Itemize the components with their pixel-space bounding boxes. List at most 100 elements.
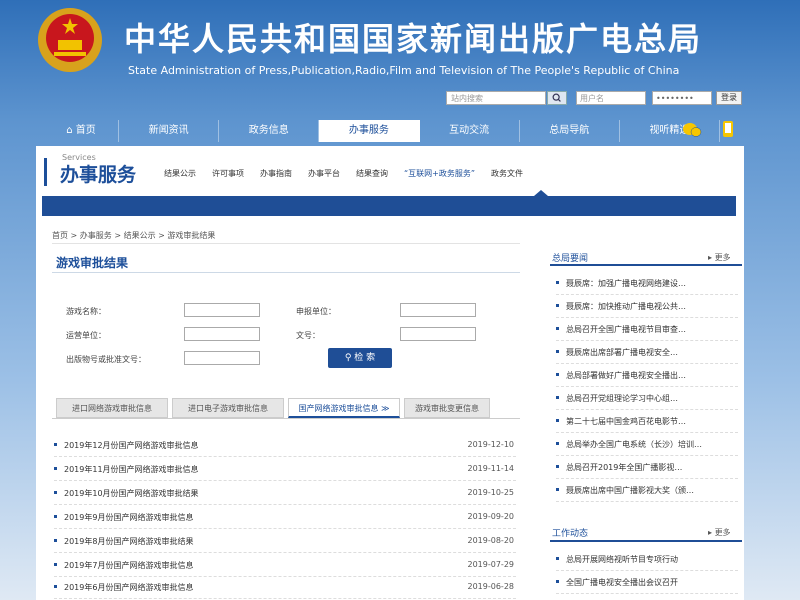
site-title-cn: 中华人民共和国国家新闻出版广电总局 bbox=[124, 20, 703, 58]
divider bbox=[550, 540, 742, 542]
tab-imported-online[interactable]: 进口网络游戏审批信息 bbox=[56, 398, 168, 418]
breadcrumb-services[interactable]: 办事服务 bbox=[80, 231, 112, 240]
password-input[interactable]: •••••••• bbox=[652, 91, 712, 105]
breadcrumb: 首页 > 办事服务 > 结果公示 > 游戏审批结果 bbox=[52, 231, 216, 240]
list-item[interactable]: 总局召开全国广播电视节目审查… bbox=[556, 318, 738, 341]
service-link-platform[interactable]: 办事平台 bbox=[308, 168, 340, 179]
services-band bbox=[42, 196, 736, 216]
list-item[interactable]: 总局开展网络视听节目专项行动 bbox=[556, 548, 738, 571]
bullet-icon bbox=[556, 580, 559, 583]
publication-number-label: 出版物号或批准文号： bbox=[66, 355, 146, 364]
list-item[interactable]: 聂辰席：加强广播电视网络建设… bbox=[556, 272, 738, 295]
divider bbox=[52, 272, 520, 273]
bullet-icon bbox=[54, 563, 57, 566]
service-link-results[interactable]: 结果公示 bbox=[164, 168, 196, 179]
list-item[interactable]: 总局召开党组理论学习中心组… bbox=[556, 387, 738, 410]
bullet-icon bbox=[556, 396, 559, 399]
mobile-icon[interactable] bbox=[720, 120, 736, 138]
operator-label: 运营单位： bbox=[66, 331, 106, 340]
list-item[interactable]: 总局召开2019年全国广播影视… bbox=[556, 456, 738, 479]
list-item[interactable]: 全国广播电视安全播出会议召开 bbox=[556, 571, 738, 594]
search-icon bbox=[552, 93, 561, 102]
bullet-icon bbox=[556, 419, 559, 422]
bullet-icon bbox=[54, 539, 57, 542]
divider bbox=[52, 418, 520, 419]
list-item[interactable]: 2019年6月份国产网络游戏审批信息 2019-06-28 bbox=[54, 576, 516, 599]
nav-item-directory[interactable]: 总局导航 bbox=[520, 120, 620, 142]
list-item[interactable]: 2019年12月份国产网络游戏审批信息 2019-12-10 bbox=[54, 434, 516, 457]
tab-imported-electronic[interactable]: 进口电子游戏审批信息 bbox=[172, 398, 284, 418]
bullet-icon bbox=[54, 585, 57, 588]
tab-changes[interactable]: 游戏审批变更信息 bbox=[404, 398, 490, 418]
news-section-title: 总局要闻 bbox=[552, 254, 589, 264]
list-item[interactable]: 2019年9月份国产网络游戏审批信息 2019-09-20 bbox=[54, 506, 516, 529]
nav-item-services[interactable]: 办事服务 bbox=[319, 120, 420, 142]
applicant-label: 申报单位： bbox=[296, 307, 336, 316]
news-more-link[interactable]: ▸ 更多 bbox=[708, 252, 731, 263]
bullet-icon bbox=[556, 350, 559, 353]
work-more-link[interactable]: ▸ 更多 bbox=[708, 527, 731, 538]
site-search-input[interactable]: 站内搜索 bbox=[446, 91, 546, 105]
nav-item-news[interactable]: 新闻资讯 bbox=[119, 120, 220, 142]
category-tabs: 进口网络游戏审批信息 进口电子游戏审批信息 国产网络游戏审批信息 ≫ 游戏审批变… bbox=[56, 398, 494, 418]
bullet-icon bbox=[556, 488, 559, 491]
bullet-icon bbox=[556, 304, 559, 307]
bullet-icon bbox=[54, 467, 57, 470]
publication-number-input[interactable] bbox=[184, 351, 260, 365]
service-link-licensing[interactable]: 许可事项 bbox=[212, 168, 244, 179]
bullet-icon bbox=[54, 515, 57, 518]
home-icon: ⌂ bbox=[66, 125, 76, 136]
username-input[interactable]: 用户名 bbox=[576, 91, 646, 105]
list-item[interactable]: 2019年10月份国产网络游戏审批结果 2019-10-25 bbox=[54, 482, 516, 505]
bullet-icon bbox=[556, 373, 559, 376]
nav-home[interactable]: ⌂ 首页 bbox=[44, 120, 119, 142]
page-title: 游戏审批结果 bbox=[56, 256, 129, 270]
divider bbox=[52, 243, 520, 244]
services-links: 结果公示 许可事项 办事指南 办事平台 结果查询 “互联网+政务服务” 政务文件 bbox=[164, 168, 539, 179]
doc-number-label: 文号： bbox=[296, 331, 320, 340]
search-icon: ⚲ bbox=[344, 353, 355, 363]
wechat-icon[interactable] bbox=[682, 122, 702, 138]
applicant-input[interactable] bbox=[400, 303, 476, 317]
breadcrumb-results[interactable]: 结果公示 bbox=[124, 231, 156, 240]
bullet-icon bbox=[54, 491, 57, 494]
breadcrumb-home[interactable]: 首页 bbox=[52, 231, 68, 240]
list-item[interactable]: 聂辰席出席中国广播影视大奖（颁… bbox=[556, 479, 738, 502]
list-item[interactable]: 聂辰席出席部署广播电视安全… bbox=[556, 341, 738, 364]
nav-item-gov-info[interactable]: 政务信息 bbox=[219, 120, 320, 142]
main-nav: ⌂ 首页 新闻资讯 政务信息 办事服务 互动交流 总局导航 视听精选 bbox=[44, 120, 721, 142]
national-emblem-icon bbox=[38, 8, 102, 72]
form-search-button[interactable]: ⚲ 检 索 bbox=[328, 348, 392, 368]
login-button[interactable]: 登录 bbox=[716, 91, 742, 105]
services-accent-bar bbox=[44, 158, 47, 186]
game-name-input[interactable] bbox=[184, 303, 260, 317]
site-search-button[interactable] bbox=[547, 91, 567, 105]
bullet-icon bbox=[556, 465, 559, 468]
operator-input[interactable] bbox=[184, 327, 260, 341]
list-item[interactable]: 聂辰席：加快推动广播电视公共… bbox=[556, 295, 738, 318]
service-link-internet-plus[interactable]: “互联网+政务服务” bbox=[404, 168, 475, 179]
bullet-icon bbox=[556, 442, 559, 445]
breadcrumb-current: 游戏审批结果 bbox=[167, 231, 216, 240]
list-item[interactable]: 总局部署做好广播电视安全播出… bbox=[556, 364, 738, 387]
divider bbox=[550, 264, 742, 266]
bullet-icon bbox=[556, 557, 559, 560]
doc-number-input[interactable] bbox=[400, 327, 476, 341]
bullet-icon bbox=[54, 443, 57, 446]
game-name-label: 游戏名称： bbox=[66, 307, 106, 316]
list-item[interactable]: 总局举办全国广电系统（长沙）培训… bbox=[556, 433, 738, 456]
site-title-en: State Administration of Press,Publicatio… bbox=[128, 64, 680, 77]
list-item[interactable]: 2019年11月份国产网络游戏审批信息 2019-11-14 bbox=[54, 458, 516, 481]
tab-domestic-online[interactable]: 国产网络游戏审批信息 ≫ bbox=[288, 398, 400, 418]
nav-item-interaction[interactable]: 互动交流 bbox=[420, 120, 520, 142]
bullet-icon bbox=[556, 327, 559, 330]
service-link-guide[interactable]: 办事指南 bbox=[260, 168, 292, 179]
list-item[interactable]: 第二十七届中国金鸡百花电影节… bbox=[556, 410, 738, 433]
bullet-icon bbox=[556, 281, 559, 284]
service-link-documents[interactable]: 政务文件 bbox=[491, 168, 523, 179]
service-link-query[interactable]: 结果查询 bbox=[356, 168, 388, 179]
nav-item-media[interactable]: 视听精选 bbox=[620, 120, 721, 142]
list-item[interactable]: 2019年7月份国产网络游戏审批信息 2019-07-29 bbox=[54, 554, 516, 577]
list-item[interactable]: 2019年8月份国产网络游戏审批结果 2019-08-20 bbox=[54, 530, 516, 553]
services-title: 办事服务 bbox=[60, 164, 137, 186]
